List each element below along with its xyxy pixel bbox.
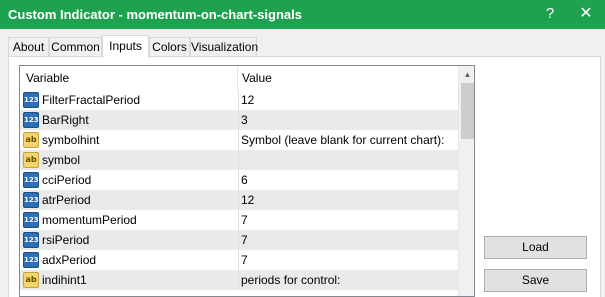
string-type-icon: ab bbox=[23, 132, 39, 148]
tab-visualization[interactable]: Visualization bbox=[190, 37, 258, 57]
variable-name: BarRight bbox=[42, 113, 89, 127]
integer-type-icon: 123 bbox=[23, 232, 39, 248]
variable-name: symbolhint bbox=[42, 133, 100, 147]
variable-value[interactable]: 12 bbox=[238, 190, 458, 210]
variable-name: rsiPeriod bbox=[42, 233, 90, 247]
variable-value[interactable] bbox=[238, 150, 458, 170]
integer-type-icon: 123 bbox=[23, 92, 39, 108]
save-button[interactable]: Save bbox=[484, 269, 587, 292]
variable-name: momentumPeriod bbox=[42, 213, 137, 227]
table-row[interactable]: 123 atrPeriod 12 bbox=[20, 190, 458, 210]
integer-type-icon: 123 bbox=[23, 252, 39, 268]
variable-value[interactable]: 7 bbox=[238, 210, 458, 230]
table-row[interactable]: 123 FilterFractalPeriod 12 bbox=[20, 90, 458, 110]
table-row[interactable]: 123 rsiPeriod 7 bbox=[20, 230, 458, 250]
variable-value[interactable]: Symbol (leave blank for current chart): bbox=[238, 130, 458, 150]
table-row[interactable]: 123 adxPeriod 7 bbox=[20, 250, 458, 270]
help-button[interactable]: ? bbox=[539, 4, 561, 24]
string-type-icon: ab bbox=[23, 272, 39, 288]
grid-header: Variable Value bbox=[20, 66, 458, 90]
variable-value[interactable]: 6 bbox=[238, 170, 458, 190]
scroll-thumb[interactable] bbox=[461, 83, 474, 139]
column-header-variable[interactable]: Variable bbox=[20, 66, 238, 90]
variable-value[interactable]: 3 bbox=[238, 110, 458, 130]
vertical-scrollbar[interactable]: ▲ bbox=[458, 66, 474, 296]
tab-common[interactable]: Common bbox=[49, 37, 102, 57]
table-row[interactable]: 123 BarRight 3 bbox=[20, 110, 458, 130]
close-button[interactable]: ✕ bbox=[575, 4, 597, 24]
scroll-up-icon[interactable]: ▲ bbox=[459, 66, 474, 83]
integer-type-icon: 123 bbox=[23, 112, 39, 128]
variable-value[interactable]: 7 bbox=[238, 230, 458, 250]
table-row[interactable]: 123 cciPeriod 6 bbox=[20, 170, 458, 190]
variable-name: indihint1 bbox=[42, 273, 87, 287]
table-row[interactable]: 123 momentumPeriod 7 bbox=[20, 210, 458, 230]
variable-name: cciPeriod bbox=[42, 173, 92, 187]
table-row[interactable]: ab indihint1 periods for control: bbox=[20, 270, 458, 290]
tab-about[interactable]: About bbox=[8, 37, 49, 57]
integer-type-icon: 123 bbox=[23, 192, 39, 208]
variable-value[interactable]: 7 bbox=[238, 250, 458, 270]
integer-type-icon: 123 bbox=[23, 212, 39, 228]
tab-colors[interactable]: Colors bbox=[149, 37, 190, 57]
tab-strip: About Common Inputs Colors Visualization bbox=[8, 35, 598, 58]
variable-name: symbol bbox=[42, 153, 81, 167]
title-bar: Custom Indicator - momentum-on-chart-sig… bbox=[0, 0, 605, 29]
integer-type-icon: 123 bbox=[23, 172, 39, 188]
variable-name: adxPeriod bbox=[42, 253, 97, 267]
column-header-value[interactable]: Value bbox=[238, 66, 458, 90]
tab-inputs[interactable]: Inputs bbox=[102, 35, 149, 58]
table-row[interactable]: ab symbol bbox=[20, 150, 458, 170]
variable-name: FilterFractalPeriod bbox=[42, 93, 141, 107]
grid-rows: 123 FilterFractalPeriod 12 123 BarRight 3 ab sy… bbox=[20, 90, 458, 290]
string-type-icon: ab bbox=[23, 152, 39, 168]
load-button[interactable]: Load bbox=[484, 236, 587, 259]
inputs-grid: Variable Value 123 FilterFractalPeriod 12 1… bbox=[19, 65, 475, 297]
variable-value[interactable]: 12 bbox=[238, 90, 458, 110]
variable-value[interactable]: periods for control: bbox=[238, 270, 458, 290]
variable-name: atrPeriod bbox=[42, 193, 91, 207]
table-row[interactable]: ab symbolhint Symbol (leave blank for curr… bbox=[20, 130, 458, 150]
window-title: Custom Indicator - momentum-on-chart-sig… bbox=[8, 7, 302, 22]
